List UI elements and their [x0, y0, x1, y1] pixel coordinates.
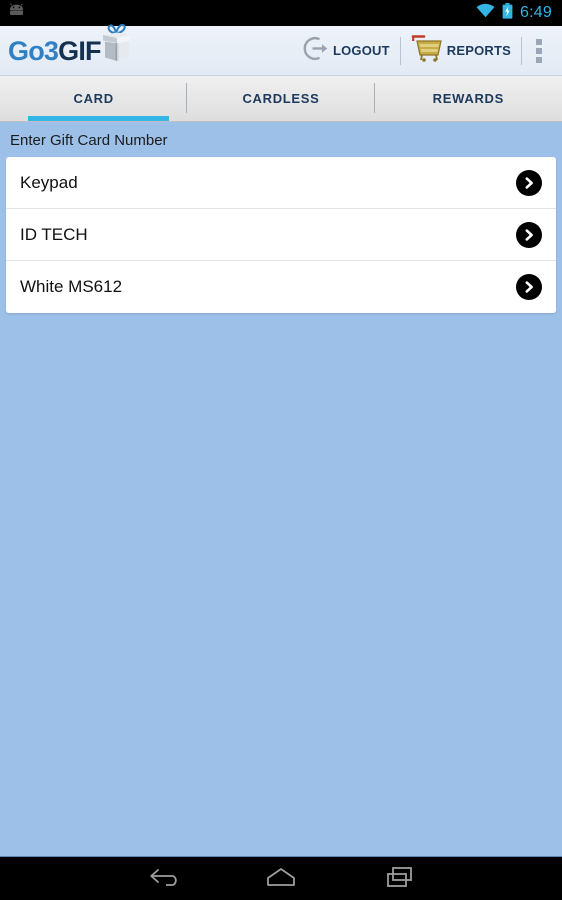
status-bar-indicators: 6:49 — [476, 2, 562, 24]
app-screen: 6:49 Go3GIF LOGOUT REPORTS CARD CARDLESS… — [0, 0, 562, 900]
status-bar-notifications — [0, 3, 25, 23]
status-bar: 6:49 — [0, 0, 562, 26]
tab-cardless-label: CARDLESS — [242, 91, 320, 106]
battery-charging-icon — [502, 2, 513, 24]
back-arrow-icon — [147, 866, 177, 893]
app-logo-text: Go3GIF — [8, 35, 102, 74]
tab-rewards-label: REWARDS — [432, 91, 504, 106]
status-bar-clock: 6:49 — [520, 4, 552, 21]
recent-apps-button[interactable] — [367, 857, 433, 900]
logout-circle-arrow-icon — [302, 35, 329, 67]
gift-box-icon — [98, 23, 136, 74]
header-action-bar: LOGOUT REPORTS — [292, 26, 562, 76]
back-button[interactable] — [129, 857, 195, 900]
list-item-label: ID TECH — [20, 224, 88, 244]
logo-text-primary: Go3 — [8, 35, 59, 66]
list-item[interactable]: Keypad — [6, 157, 556, 209]
reports-button-label: REPORTS — [446, 43, 511, 58]
chevron-right-circle-icon[interactable] — [516, 169, 542, 196]
list-item[interactable]: ID TECH — [6, 209, 556, 261]
app-header: Go3GIF LOGOUT REPORTS — [0, 23, 562, 76]
list-item[interactable]: White MS612 — [6, 261, 556, 313]
chevron-right-circle-icon[interactable] — [516, 274, 542, 300]
content-area: Enter Gift Card Number Keypad ID TECH Wh… — [0, 122, 562, 856]
overflow-dot-2 — [536, 47, 542, 54]
home-button[interactable] — [248, 857, 314, 900]
logo-text-secondary: GIF — [58, 35, 101, 66]
tab-card-label: CARD — [73, 91, 114, 106]
list-item-label: Keypad — [20, 172, 78, 192]
logout-button[interactable]: LOGOUT — [292, 31, 400, 71]
wifi-icon — [476, 3, 495, 23]
tab-rewards[interactable]: REWARDS — [375, 76, 562, 121]
overflow-dot-1 — [536, 38, 542, 45]
recent-apps-icon — [385, 865, 415, 894]
chevron-right-circle-icon[interactable] — [516, 221, 542, 248]
overflow-dot-3 — [536, 56, 542, 63]
android-robot-icon — [8, 3, 25, 23]
list-item-label: White MS612 — [20, 277, 123, 296]
tab-cardless[interactable]: CARDLESS — [187, 76, 375, 121]
home-icon — [265, 866, 297, 893]
shopping-cart-icon — [411, 33, 443, 68]
tab-bar: CARD CARDLESS REWARDS — [0, 76, 562, 122]
tab-card[interactable]: CARD — [0, 76, 188, 121]
device-list: Keypad ID TECH White MS612 — [6, 157, 556, 313]
section-label: Enter Gift Card Number — [10, 132, 168, 149]
reports-button[interactable]: REPORTS — [401, 31, 521, 71]
app-logo: Go3GIF — [8, 23, 136, 74]
overflow-menu-icon[interactable] — [522, 31, 556, 71]
logout-button-label: LOGOUT — [332, 43, 390, 58]
system-navigation-bar — [0, 856, 562, 900]
